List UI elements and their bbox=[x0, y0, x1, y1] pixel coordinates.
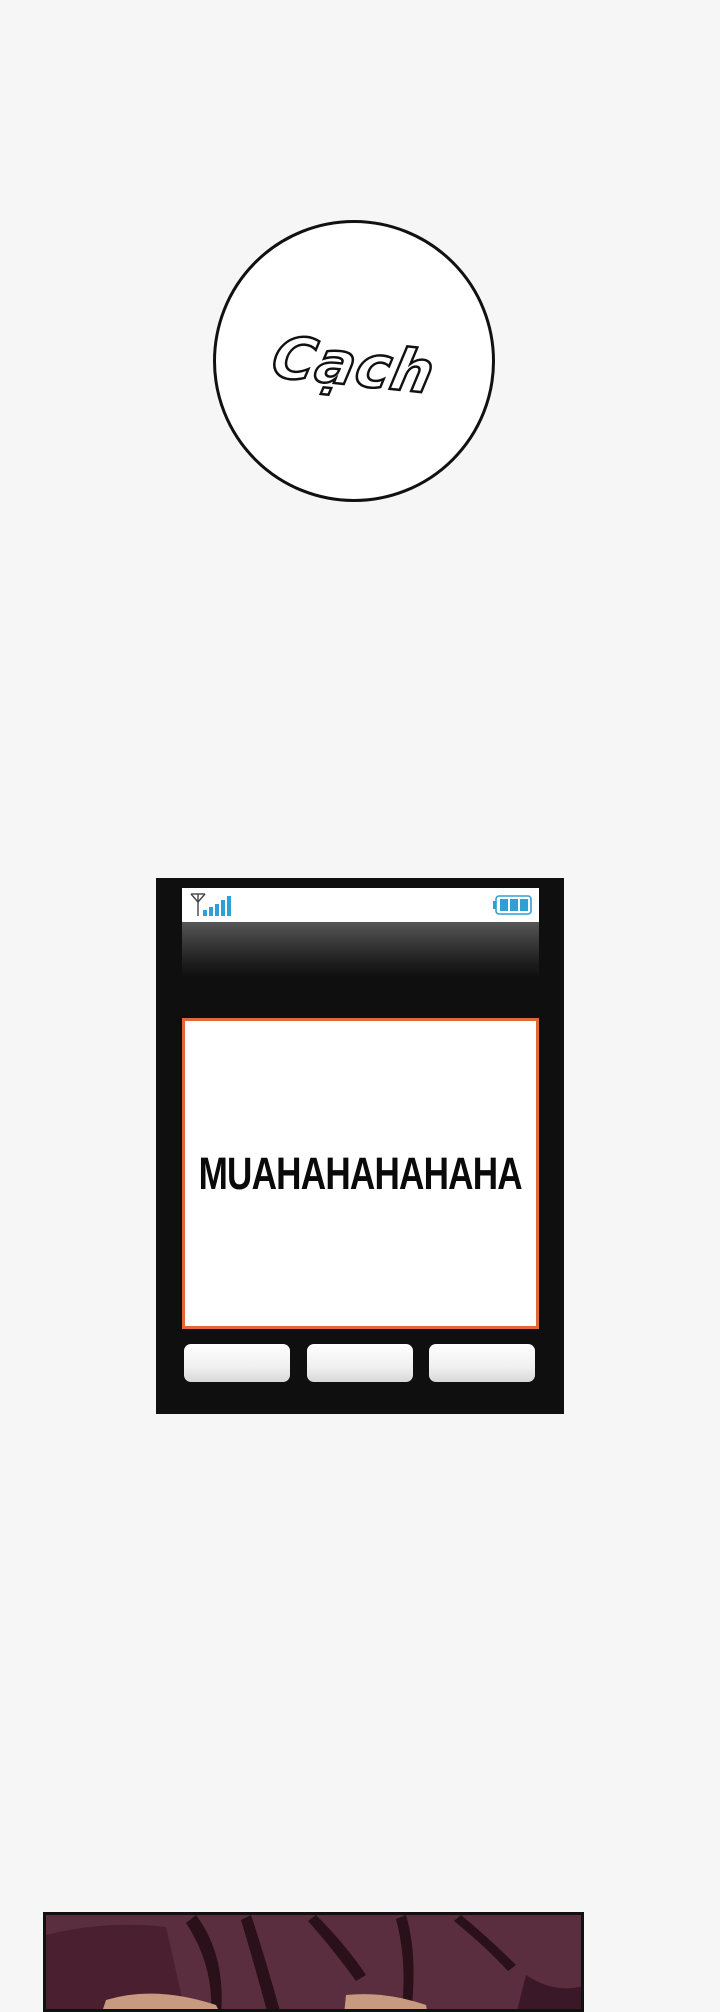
phone-screen: MUAHAHAHAHAHA bbox=[156, 878, 564, 1414]
sound-effect-text: Cạch bbox=[265, 322, 442, 408]
signal-bars-icon bbox=[190, 893, 231, 916]
battery-full-icon bbox=[493, 895, 532, 915]
message-text: MUAHAHAHAHAHA bbox=[198, 1147, 523, 1199]
comic-panel bbox=[43, 1912, 584, 2012]
phone-header-bar bbox=[182, 922, 539, 978]
soft-key-center[interactable] bbox=[307, 1344, 413, 1382]
sound-effect-bubble: Cạch bbox=[213, 220, 495, 502]
character-hair-illustration bbox=[46, 1915, 581, 2009]
phone-status-bar bbox=[182, 888, 539, 922]
message-display: MUAHAHAHAHAHA bbox=[182, 1018, 539, 1329]
soft-key-right[interactable] bbox=[429, 1344, 535, 1382]
soft-key-left[interactable] bbox=[184, 1344, 290, 1382]
